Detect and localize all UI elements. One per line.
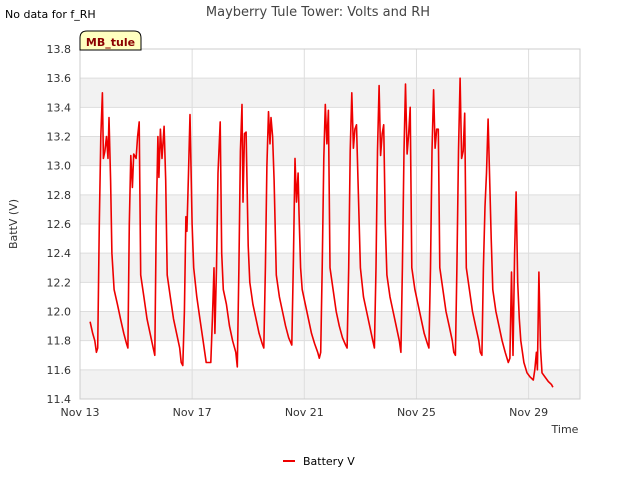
x-tick-label: Nov 17 [173,406,212,419]
y-tick-label: 11.8 [47,335,72,348]
no-data-note: No data for f_RH [5,8,96,21]
y-tick-label: 11.4 [47,393,72,406]
chart-title: Mayberry Tule Tower: Volts and RH [206,5,430,20]
grid-band [80,78,580,108]
y-tick-labels: 11.4 11.6 11.8 12.0 12.2 12.4 12.6 12.8 13.0 13.2… [47,43,72,406]
x-tick-label: Nov 25 [397,406,436,419]
grid-band [80,136,580,166]
site-tag: MB_tule [79,30,142,51]
y-tick-label: 11.6 [47,364,72,377]
x-tick-labels: Nov 13 Nov 17 Nov 21 Nov 25 Nov 29 [61,406,549,419]
y-tick-label: 12.6 [47,218,72,231]
y-tick-label: 13.8 [47,43,72,56]
y-tick-label: 13.6 [47,72,72,85]
y-tick-label: 12.2 [47,276,72,289]
grid-band [80,369,580,399]
y-tick-label: 12.0 [47,306,72,319]
site-tag-label: MB_tule [86,36,135,49]
y-tick-label: 13.4 [47,101,72,114]
y-axis-label: BattV (V) [7,199,20,249]
x-axis-label: Time [551,423,579,436]
legend-label: Battery V [303,455,355,468]
y-tick-label: 13.2 [47,131,72,144]
battery-voltage-chart: 11.4 11.6 11.8 12.0 12.2 12.4 12.6 12.8 13.0 13.2… [5,5,581,468]
legend: Battery V [283,455,355,468]
y-tick-label: 12.8 [47,189,72,202]
x-tick-label: Nov 13 [61,406,100,419]
x-tick-label: Nov 29 [509,406,548,419]
x-tick-label: Nov 21 [285,406,324,419]
y-tick-label: 13.0 [47,160,72,173]
y-tick-label: 12.4 [47,247,72,260]
